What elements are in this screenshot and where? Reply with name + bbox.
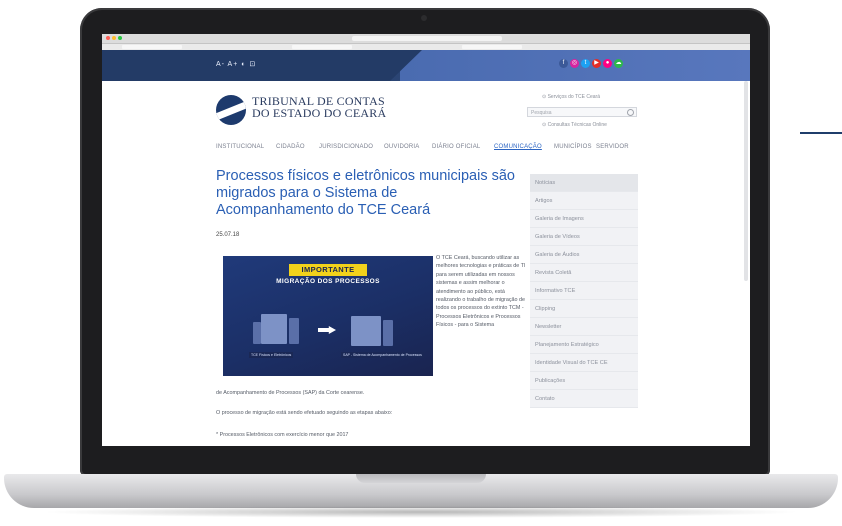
sidebar-item[interactable]: Galeria de Áudios	[530, 246, 638, 264]
article-continuation: de Acompanhamento de Processos (SAP) da …	[216, 390, 365, 396]
laptop-notch	[356, 474, 486, 483]
sidebar-menu: Notícias Artigos Galeria de Imagens Galeria…	[530, 174, 638, 408]
server-icon	[289, 318, 299, 344]
maximize-dot[interactable]	[118, 36, 122, 40]
browser-tab[interactable]	[122, 45, 182, 49]
sidebar-item[interactable]: Informativo TCE	[530, 282, 638, 300]
youtube-icon[interactable]: ▶	[592, 59, 601, 68]
sidebar-item[interactable]: Contato	[530, 390, 638, 408]
consultas-link[interactable]: ⊙ Consultas Técnicas Online	[542, 122, 607, 128]
sidebar-item[interactable]: Galeria de Vídeos	[530, 228, 638, 246]
site-title[interactable]: TRIBUNAL DE CONTAS DO ESTADO DO CEARÁ	[252, 95, 386, 119]
sidebar-item[interactable]: Artigos	[530, 192, 638, 210]
servicos-link[interactable]: ⊙ Serviços do TCE Ceará	[542, 94, 600, 100]
sidebar-item[interactable]: Newsletter	[530, 318, 638, 336]
article-date: 25.07.18	[216, 232, 240, 238]
server-icon	[383, 320, 393, 346]
facebook-icon[interactable]: f	[559, 59, 568, 68]
sidebar-item[interactable]: Clipping	[530, 300, 638, 318]
twitter-icon[interactable]: t	[581, 59, 590, 68]
browser-tab[interactable]	[462, 45, 522, 49]
nav-item-7[interactable]: SERVIDOR	[596, 144, 629, 150]
instagram-icon[interactable]: ◎	[570, 59, 579, 68]
article-paragraph: * Processos Eletrônicos com exercício me…	[216, 432, 349, 438]
search-icon[interactable]	[627, 109, 634, 116]
banner-subtitle: MIGRAÇÃO DOS PROCESSOS	[276, 278, 380, 285]
sidebar-item[interactable]: Revista Coletâ	[530, 264, 638, 282]
banner-caption-left: TCE Físicos e Eletrônicos	[249, 352, 294, 358]
arrow-right-icon	[318, 326, 336, 334]
browser-toolbar	[102, 34, 750, 44]
decorative-line	[800, 132, 842, 134]
nav-item-2[interactable]: JURISDICIONADO	[319, 144, 373, 150]
address-bar[interactable]	[352, 36, 502, 41]
article-paragraph: O processo de migração está sendo efetua…	[216, 410, 393, 416]
nav-item-6[interactable]: MUNICÍPIOS	[554, 144, 592, 150]
nav-item-4[interactable]: DIÁRIO OFICIAL	[432, 144, 480, 150]
browser-screen: A- A+ ◐ ⊡ f ◎ t ▶ ● ☁ TRIBUNAL DE CONTAS DO E…	[102, 34, 750, 446]
search-placeholder: Pesquisa	[531, 110, 552, 116]
browser-tab[interactable]	[292, 45, 352, 49]
topbar-left-band	[102, 50, 422, 81]
nav-item-0[interactable]: INSTITUCIONAL	[216, 144, 264, 150]
banner-tag: IMPORTANTE	[289, 264, 367, 276]
server-icon	[351, 316, 381, 346]
accessibility-controls[interactable]: A- A+ ◐ ⊡	[216, 60, 256, 68]
site-topbar: A- A+ ◐ ⊡ f ◎ t ▶ ● ☁	[102, 50, 750, 81]
sidebar-item[interactable]: Planejamento Estratégico	[530, 336, 638, 354]
nav-item-5[interactable]: COMUNICAÇÃO	[494, 144, 542, 150]
tce-logo-icon[interactable]	[216, 95, 246, 125]
camera-dot	[421, 15, 427, 21]
sidebar-item[interactable]: Identidade Visual do TCE CE	[530, 354, 638, 372]
soundcloud-icon[interactable]: ☁	[614, 59, 623, 68]
close-dot[interactable]	[106, 36, 110, 40]
sidebar-item[interactable]: Galeria de Imagens	[530, 210, 638, 228]
article-body-text: O TCE Ceará, buscando utilizar as melhor…	[436, 255, 526, 329]
laptop-shadow	[40, 506, 802, 518]
flickr-icon[interactable]: ●	[603, 59, 612, 68]
nav-item-1[interactable]: CIDADÃO	[276, 144, 305, 150]
minimize-dot[interactable]	[112, 36, 116, 40]
server-icon	[261, 314, 287, 344]
server-icon	[253, 322, 261, 344]
main-nav: INSTITUCIONAL CIDADÃO JURISDICIONADO OUVIDO…	[216, 144, 750, 154]
article-banner-image: IMPORTANTE MIGRAÇÃO DOS PROCESSOS TCE Fí…	[223, 256, 433, 376]
sidebar-item[interactable]: Publicações	[530, 372, 638, 390]
article-title: Processos físicos e eletrônicos municipa…	[216, 168, 515, 218]
banner-caption-right: SAP - Sistema de Acompanhamento de Proce…	[341, 352, 424, 358]
site-title-line2: DO ESTADO DO CEARÁ	[252, 106, 387, 120]
sidebar-item[interactable]: Notícias	[530, 174, 638, 192]
search-input[interactable]: Pesquisa	[527, 107, 637, 117]
scrollbar[interactable]	[744, 81, 748, 281]
nav-item-3[interactable]: OUVIDORIA	[384, 144, 419, 150]
